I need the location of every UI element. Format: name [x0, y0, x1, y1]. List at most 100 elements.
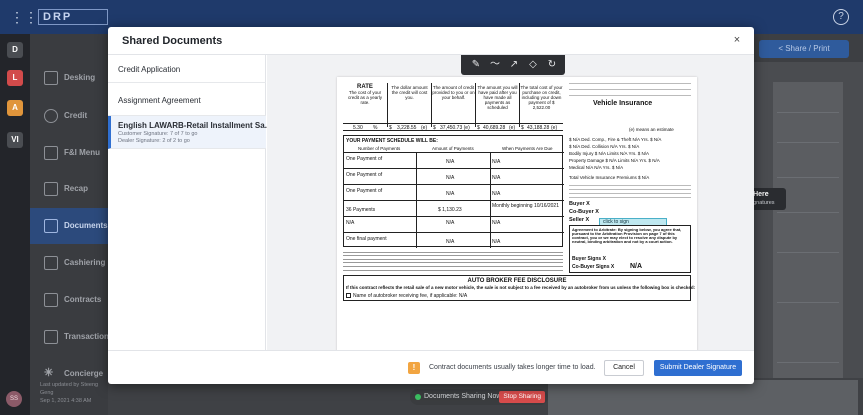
- insurance-line: $ N/A Ded. Comp., Fire & Theft N/A Yrs. …: [569, 137, 662, 142]
- sidebar-item-label: Contracts: [64, 295, 102, 304]
- documents-icon: [44, 219, 58, 233]
- broker-checkbox-row: Name of autobroker receiving fee, if app…: [346, 293, 467, 299]
- help-icon[interactable]: ?: [833, 9, 849, 25]
- estimate-mark: (e): [509, 125, 516, 131]
- credit-icon: [44, 109, 58, 123]
- background-document: [773, 82, 843, 402]
- apps-grid-icon[interactable]: ⋮⋮: [10, 10, 38, 24]
- document-item-credit-application[interactable]: Credit Application: [108, 55, 266, 83]
- finance-charge-value: 3,228.55: [397, 125, 417, 131]
- cancel-button[interactable]: Cancel: [604, 360, 644, 376]
- currency: $: [433, 125, 436, 131]
- document-name: Credit Application: [118, 65, 181, 74]
- broker-checkbox[interactable]: [346, 293, 351, 298]
- table-cell: N/A: [446, 239, 455, 245]
- table-cell: Monthly beginning 10/16/2021: [492, 203, 559, 209]
- currency: $: [389, 125, 392, 131]
- table-cell: N/A: [446, 175, 455, 181]
- table-cell: $ 1,130.23: [438, 207, 462, 213]
- sidebar-item-label: Recap: [64, 184, 89, 193]
- finance-charge-desc: The dollar amount the credit will cost y…: [391, 85, 428, 100]
- table-cell: 36 Payments: [346, 207, 376, 213]
- avatar[interactable]: SS: [6, 391, 22, 407]
- close-icon[interactable]: ×: [730, 33, 744, 47]
- sidebar-item-fi-menu[interactable]: F&I Menu: [30, 135, 108, 171]
- stop-sharing-button[interactable]: Stop Sharing: [499, 391, 545, 403]
- table-cell: One Payment of: [346, 172, 383, 178]
- eraser-icon[interactable]: ◇: [526, 58, 540, 72]
- contracts-icon: [44, 293, 58, 307]
- desking-icon: [44, 71, 58, 85]
- total-sale-price-desc: The total cost of your purchase on credi…: [520, 85, 563, 110]
- buyer-signature-line[interactable]: Buyer X: [569, 201, 590, 207]
- table-cell: N/A: [492, 239, 501, 245]
- sharing-status-text: Documents Sharing Now: [424, 393, 502, 400]
- sidebar-item-label: Cashiering: [64, 258, 106, 267]
- table-cell: One Payment of: [346, 188, 383, 194]
- table-cell: N/A: [446, 159, 455, 165]
- cashiering-icon: [44, 256, 58, 270]
- last-updated-by: Last updated by Steeng Geng: [40, 382, 99, 396]
- rail-badge-l[interactable]: L: [7, 70, 23, 86]
- rate-desc: The cost of your credit as a yearly rate…: [347, 90, 382, 105]
- annotation-toolbar: ✎ 〜 ↗ ◇ ↻: [461, 55, 565, 75]
- currency: $: [521, 125, 524, 131]
- rail-badge-a[interactable]: A: [7, 100, 23, 116]
- share-print-button[interactable]: < Share / Print: [759, 40, 849, 58]
- sharing-indicator-icon: [415, 394, 421, 400]
- rail-badge-vi[interactable]: VI: [7, 132, 23, 148]
- sharing-status: Documents Sharing Now Stop Sharing: [410, 389, 548, 405]
- buyer-signs-line[interactable]: Buyer Signs X: [572, 257, 606, 262]
- sidebar-item-desking[interactable]: Desking: [30, 60, 108, 96]
- table-cell: N/A: [492, 191, 501, 197]
- submit-dealer-signature-button[interactable]: Submit Dealer Signature: [654, 360, 742, 376]
- contract-page: RATE The cost of your credit as a yearly …: [337, 77, 697, 350]
- agreement-text: Agreement to Arbitrate: By signing below…: [572, 227, 682, 244]
- rate-values-row: 5.30 % $ 3,228.55 (e) $ 37,450.73 (e) $ …: [343, 123, 563, 131]
- redo-icon[interactable]: ↻: [545, 58, 559, 72]
- insurance-title: Vehicle Insurance: [593, 100, 653, 107]
- total-payments-desc: The amount you will have paid after you …: [477, 85, 518, 110]
- signature-icon[interactable]: 〜: [488, 58, 502, 72]
- document-item-assignment-agreement[interactable]: Assignment Agreement: [108, 83, 266, 116]
- total-sale-price-cell: The total cost of your purchase on credi…: [519, 83, 563, 127]
- document-name: English LAWARB-Retail Installment Sa...: [118, 121, 272, 130]
- arbitration-agreement: Agreement to Arbitrate: By signing below…: [569, 225, 691, 273]
- cobuyer-signature-line[interactable]: Co-Buyer X: [569, 209, 599, 215]
- table-cell: N/A: [446, 191, 455, 197]
- sidebar-item-documents[interactable]: Documents: [30, 208, 108, 244]
- fine-print: [343, 249, 563, 273]
- apr-unit: %: [373, 125, 378, 131]
- table-cell: N/A: [492, 159, 501, 165]
- table-row: N/A N/A N/A: [344, 216, 564, 232]
- sidebar-item-transactions[interactable]: Transactions: [30, 319, 113, 355]
- rail-badge-d[interactable]: D: [7, 42, 23, 58]
- sidebar-item-credit[interactable]: Credit: [30, 98, 108, 134]
- document-item-retail-installment[interactable]: English LAWARB-Retail Installment Sa... …: [108, 116, 271, 149]
- cobuyer-signs-line[interactable]: Co-Buyer Signs X: [572, 265, 614, 270]
- sidebar-item-contracts[interactable]: Contracts: [30, 282, 108, 318]
- table-cell: One Payment of: [346, 156, 383, 162]
- customer-signature-status: Customer Signature: 7 of 7 to go: [118, 131, 198, 137]
- total-payments-value: 40,689.28: [483, 125, 506, 131]
- document-list: Credit Application Assignment Agreement …: [108, 55, 271, 350]
- load-time-note: Contract documents usually takes longer …: [429, 364, 596, 371]
- document-viewer[interactable]: ✎ 〜 ↗ ◇ ↻ RATE The cost of your credit as…: [267, 55, 754, 350]
- sidebar-item-recap[interactable]: Recap: [30, 171, 108, 207]
- estimate-mark: (e): [421, 125, 428, 131]
- arrow-icon[interactable]: ↗: [507, 58, 521, 72]
- sidebar-item-label: Credit: [64, 111, 88, 120]
- table-cell: N/A: [492, 175, 501, 181]
- table-row: 36 Payments $ 1,130.23 Monthly beginning 1…: [344, 200, 564, 216]
- last-updated: Last updated by Steeng Geng Sep 1, 2021 4…: [40, 381, 108, 405]
- dealer-signature-status: Dealer Signature: 2 of 2 to go: [118, 138, 190, 144]
- pen-icon[interactable]: ✎: [469, 58, 483, 72]
- insurance-line: Medical N/A N/A Yrs. $ N/A: [569, 165, 624, 170]
- insurance-line: Property Damage $ N/A Limits N/A Yrs. $ …: [569, 158, 660, 163]
- sidebar-item-cashiering[interactable]: Cashiering: [30, 245, 108, 281]
- seller-signature-line: Seller X: [569, 217, 590, 223]
- insurance-line: Total Vehicle Insurance Premiums $ N/A: [569, 175, 650, 180]
- sidebar-item-label: Desking: [64, 73, 96, 82]
- schedule-header: Number of Payments: [358, 146, 401, 151]
- table-cell: N/A: [446, 220, 455, 226]
